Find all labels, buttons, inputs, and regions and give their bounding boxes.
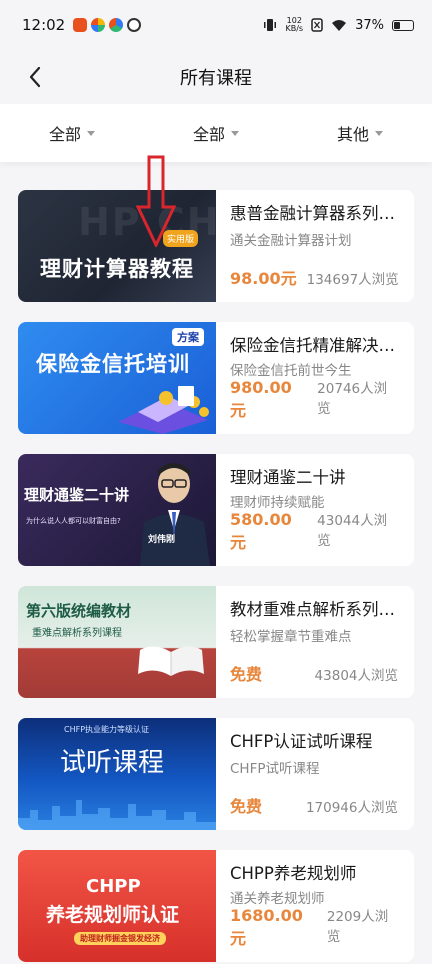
open-book-icon <box>138 646 204 676</box>
course-thumbnail: CHFP执业能力等级认证 试听课程 <box>18 718 216 830</box>
app-notification-icon <box>73 18 88 32</box>
course-price: 980.00元 <box>230 378 292 420</box>
course-list: HP CHFP 实用版 理财计算器教程 惠普金融计算器系列… 通关金融计算器计划… <box>0 162 432 962</box>
thumbnail-subtitle: 重难点解析系列课程 <box>32 628 122 639</box>
course-card[interactable]: 理财通鉴二十讲 为什么说人人都可以财富自由? 刘伟刚 理财通鉴二十讲 理财师持续… <box>18 454 414 566</box>
nav-bar: 所有课程 <box>0 50 432 104</box>
filter-label: 全部 <box>192 125 225 144</box>
card-info: 保险金信托精准解决… 保险金信托前世今生 980.00元 20746人浏览 <box>216 322 414 434</box>
instructor-name: 刘伟刚 <box>148 535 176 545</box>
net-speed: 102 KB/s <box>285 17 303 33</box>
thumbnail-subtitle: 为什么说人人都可以财富自由? <box>26 517 121 525</box>
course-views: 43044人浏览 <box>317 513 388 549</box>
course-subtitle: 理财师持续赋能 <box>230 494 325 509</box>
course-title: CHFP认证试听课程 <box>230 732 373 751</box>
course-card[interactable]: 方案 保险金信托培训 保险金信托精准解决… 保险金信托前世今生 980.00元 … <box>18 322 414 434</box>
card-bottom: 免费 170946人浏览 <box>230 793 400 817</box>
course-views: 20746人浏览 <box>317 381 388 417</box>
caret-down-icon <box>375 130 383 136</box>
course-thumbnail: CHPP 养老规划师认证 助理财师掘金银发经济 <box>18 850 216 962</box>
thumbnail-subtitle: CHFP执业能力等级认证 <box>64 725 150 734</box>
city-skyline-icon <box>18 800 216 830</box>
course-thumbnail: 理财通鉴二十讲 为什么说人人都可以财富自由? 刘伟刚 <box>18 454 216 566</box>
filter-dropdown-2[interactable]: 全部 <box>144 121 288 145</box>
filter-label: 全部 <box>48 125 81 144</box>
instructor-portrait <box>140 463 210 566</box>
card-bottom: 免费 43804人浏览 <box>230 661 400 685</box>
battery-percent: 37% <box>355 17 384 33</box>
course-thumbnail: HP CHFP 实用版 理财计算器教程 <box>18 190 216 302</box>
nfc-icon <box>311 18 323 32</box>
app-notification-icon <box>127 18 142 32</box>
course-title: CHPP养老规划师 <box>230 864 357 883</box>
thumbnail-badge: 方案 <box>172 328 204 346</box>
card-bottom: 980.00元 20746人浏览 <box>230 377 400 421</box>
course-price: 免费 <box>230 665 263 684</box>
card-bottom: 98.00元 134697人浏览 <box>230 265 400 289</box>
filter-label: 其他 <box>336 125 369 144</box>
course-title: 理财通鉴二十讲 <box>230 468 346 487</box>
course-subtitle: CHFP试听课程 <box>230 761 320 777</box>
thumbnail-title: 第六版统编教材 <box>26 602 132 620</box>
back-button[interactable] <box>18 60 52 94</box>
thumbnail-title: 理财计算器教程 <box>40 257 194 281</box>
course-subtitle: 轻松掌握章节重难点 <box>230 629 352 645</box>
vibrate-icon <box>264 19 277 31</box>
course-price: 1680.00元 <box>230 906 303 948</box>
course-views: 170946人浏览 <box>305 800 398 816</box>
course-thumbnail: 第六版统编教材 重难点解析系列课程 <box>18 586 216 698</box>
app-notification-icon <box>91 18 106 32</box>
filter-bar: 全部 全部 其他 <box>0 104 432 162</box>
page-title: 所有课程 <box>180 68 252 89</box>
course-thumbnail: 方案 保险金信托培训 <box>18 322 216 434</box>
filter-dropdown-1[interactable]: 全部 <box>0 121 144 145</box>
card-info: 惠普金融计算器系列… 通关金融计算器计划 98.00元 134697人浏览 <box>216 190 414 302</box>
course-card[interactable]: CHFP执业能力等级认证 试听课程 CHFP认证试听课程 CHFP试听课程 免费… <box>18 718 414 830</box>
course-title: 保险金信托精准解决… <box>230 336 395 355</box>
card-bottom: 580.00元 43044人浏览 <box>230 509 400 553</box>
net-speed-unit: KB/s <box>285 24 304 33</box>
card-info: 教材重难点解析系列… 轻松掌握章节重难点 免费 43804人浏览 <box>216 586 414 698</box>
battery-icon <box>392 19 414 31</box>
filter-dropdown-3[interactable]: 其他 <box>288 121 432 145</box>
course-price: 免费 <box>230 797 263 816</box>
course-views: 43804人浏览 <box>314 668 398 684</box>
course-views: 2209人浏览 <box>326 909 389 945</box>
course-subtitle: 通关金融计算器计划 <box>230 233 352 249</box>
caret-down-icon <box>87 130 95 136</box>
status-app-icons <box>73 18 142 32</box>
status-bar: 12:02 102 KB/s 37% <box>0 0 432 50</box>
course-price: 580.00元 <box>230 510 292 552</box>
course-price: 98.00元 <box>230 269 297 288</box>
thumbnail-badge: 实用版 <box>162 230 198 247</box>
course-views: 134697人浏览 <box>306 272 399 288</box>
thumbnail-title: 保险金信托培训 <box>36 352 190 376</box>
course-subtitle: 保险金信托前世今生 <box>230 362 352 377</box>
money-illustration-icon <box>118 386 209 434</box>
thumbnail-title: 试听课程 <box>60 748 165 778</box>
caret-down-icon <box>231 130 239 136</box>
status-time: 12:02 <box>22 16 66 34</box>
thumbnail-top-text: CHPP <box>86 876 141 897</box>
course-card[interactable]: CHPP 养老规划师认证 助理财师掘金银发经济 CHPP养老规划师 通关养老规划… <box>18 850 414 962</box>
thumbnail-title: 理财通鉴二十讲 <box>24 486 130 504</box>
thumbnail-subtitle: 助理财师掘金银发经济 <box>74 932 166 945</box>
card-info: 理财通鉴二十讲 理财师持续赋能 580.00元 43044人浏览 <box>216 454 414 566</box>
card-info: CHFP认证试听课程 CHFP试听课程 免费 170946人浏览 <box>216 718 414 830</box>
status-right: 102 KB/s 37% <box>263 17 414 33</box>
course-title: 惠普金融计算器系列… <box>230 204 395 223</box>
wifi-icon <box>332 19 347 31</box>
course-card[interactable]: 第六版统编教材 重难点解析系列课程 教材重难点解析系列… 轻松掌握章节重难点 免… <box>18 586 414 698</box>
chevron-left-icon <box>29 66 41 88</box>
course-subtitle: 通关养老规划师 <box>230 890 325 905</box>
card-info: CHPP养老规划师 通关养老规划师 1680.00元 2209人浏览 <box>216 850 414 962</box>
course-card[interactable]: HP CHFP 实用版 理财计算器教程 惠普金融计算器系列… 通关金融计算器计划… <box>18 190 414 302</box>
course-title: 教材重难点解析系列… <box>230 600 395 619</box>
thumbnail-title: 养老规划师认证 <box>46 904 180 926</box>
app-notification-icon <box>109 18 124 32</box>
card-bottom: 1680.00元 2209人浏览 <box>230 905 400 949</box>
